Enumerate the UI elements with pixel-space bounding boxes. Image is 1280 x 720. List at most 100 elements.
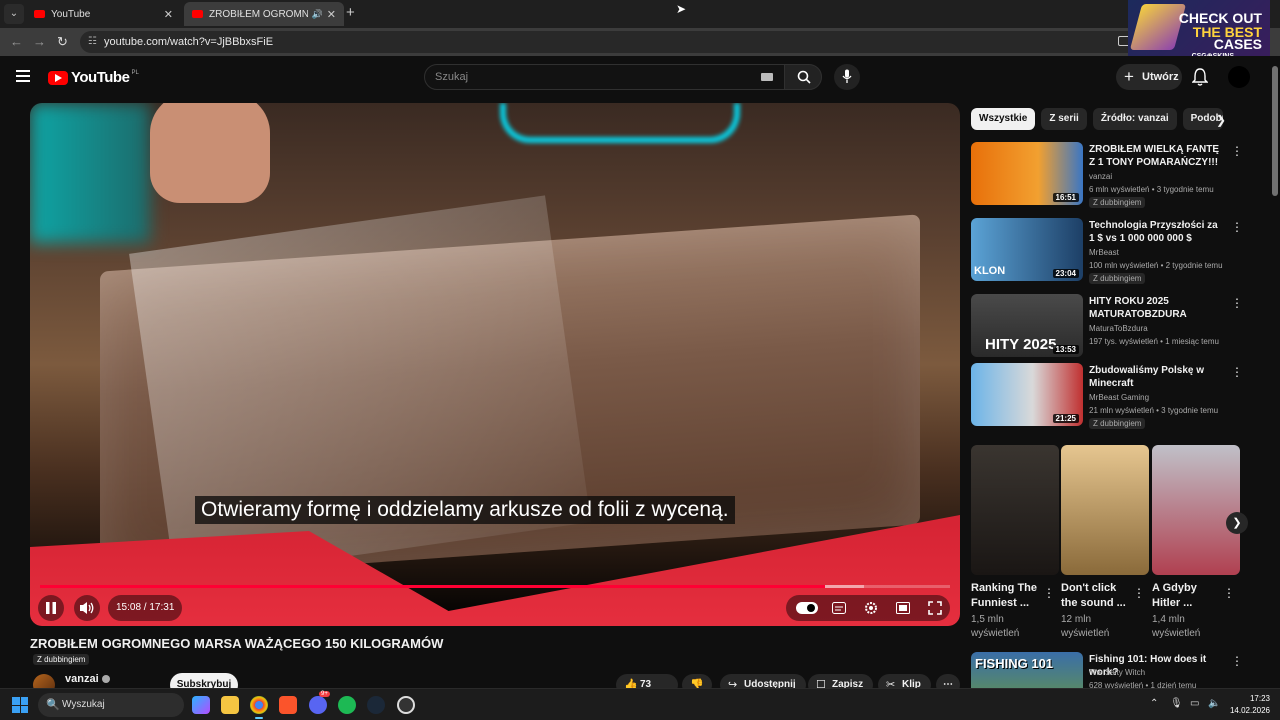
- search-input[interactable]: Szukaj: [424, 64, 786, 90]
- create-button[interactable]: + Utwórz: [1116, 64, 1182, 90]
- thumbnail-text: FISHING 101: [975, 656, 1054, 671]
- speaker-icon[interactable]: 🔊: [312, 9, 323, 20]
- channel-name-text: vanzai: [65, 673, 99, 685]
- reload-icon[interactable]: ↻: [57, 34, 68, 50]
- windows-taskbar: 🔍 Wyszukaj 9+ ⌃ 🎙 ▭ 🔈 17:23 14.02.2026: [0, 688, 1280, 720]
- account-avatar[interactable]: [1228, 66, 1250, 88]
- voice-search-button[interactable]: [834, 64, 860, 90]
- back-icon[interactable]: ←: [10, 34, 23, 49]
- search-placeholder: Szukaj: [435, 71, 469, 83]
- keyboard-icon[interactable]: [761, 73, 773, 81]
- tab-search-button[interactable]: ⌄: [4, 4, 24, 24]
- dubbing-badge: Z dubbingiem: [1089, 273, 1146, 284]
- system-clock[interactable]: 17:23 14.02.2026: [1226, 693, 1270, 717]
- settings-gear-icon[interactable]: [864, 601, 878, 615]
- new-tab-button[interactable]: +: [346, 4, 355, 21]
- tab-youtube[interactable]: YouTube ✕: [26, 2, 181, 26]
- more-vert-icon[interactable]: ⋮: [1231, 296, 1243, 310]
- short-title[interactable]: A Gdyby Hitler ...: [1152, 581, 1222, 611]
- pause-button[interactable]: [38, 595, 64, 621]
- chrome-icon[interactable]: [250, 696, 268, 719]
- thumbnail-text: HITY 2025: [985, 336, 1057, 353]
- recommendation-item[interactable]: KLON 23:04 Technologia Przyszłości za 1 …: [971, 218, 1243, 284]
- spotify-icon[interactable]: [338, 696, 356, 714]
- discord-icon[interactable]: 9+: [309, 691, 330, 714]
- ad-banner[interactable]: CHECK OUT THE BEST CASES CSG⊕SKINS: [1128, 0, 1270, 62]
- menu-icon[interactable]: [16, 70, 30, 82]
- video-player[interactable]: Otwieramy formę i oddzielamy arkusze od …: [30, 103, 960, 626]
- recommendation-meta: 100 mln wyświetleń • 2 tygodnie temu: [1089, 261, 1223, 270]
- short-thumbnail[interactable]: [1152, 445, 1240, 575]
- address-bar[interactable]: ☷ youtube.com/watch?v=JjBBbxsFiE: [80, 31, 1140, 53]
- autoplay-toggle-icon[interactable]: [796, 602, 818, 614]
- tray-expand-icon[interactable]: ⌃: [1150, 698, 1158, 709]
- brave-icon[interactable]: [279, 696, 297, 714]
- fullscreen-icon[interactable]: [928, 601, 942, 615]
- recommendation-title: Technologia Przyszłości za 1 $ vs 1 000 …: [1089, 220, 1218, 244]
- more-vert-icon[interactable]: ⋮: [1223, 586, 1235, 600]
- more-vert-icon[interactable]: ⋮: [1043, 586, 1055, 600]
- recommendation-meta: 6 mln wyświetleń • 3 tygodnie temu: [1089, 185, 1214, 194]
- recommendation-channel: MaturaToBzdura: [1089, 324, 1148, 333]
- short-thumbnail[interactable]: [1061, 445, 1149, 575]
- video-frame: [30, 103, 960, 626]
- more-vert-icon[interactable]: ⋮: [1231, 654, 1243, 668]
- tab-close-icon[interactable]: ✕: [327, 8, 336, 21]
- more-vert-icon[interactable]: ⋮: [1231, 220, 1243, 234]
- short-title[interactable]: Ranking The Funniest ...: [971, 581, 1041, 611]
- video-title: ZROBIŁEM OGROMNEGO MARSA WAŻĄCEGO 150 KI…: [30, 636, 444, 651]
- volume-tray-icon[interactable]: 🔈: [1208, 698, 1220, 709]
- page-scrollbar[interactable]: [1272, 66, 1278, 196]
- file-explorer-icon[interactable]: [221, 696, 239, 714]
- more-vert-icon[interactable]: ⋮: [1231, 144, 1243, 158]
- ad-line-3: CASES: [1213, 36, 1262, 52]
- windows-start-icon[interactable]: [12, 697, 28, 713]
- chip-all[interactable]: Wszystkie: [971, 108, 1036, 130]
- url-text: youtube.com/watch?v=JjBBbxsFiE: [104, 36, 274, 48]
- recommendation-item[interactable]: 16:51 ZROBIŁEM WIELKĄ FANTĘ Z 1 TONY POM…: [971, 142, 1243, 208]
- obs-icon[interactable]: [397, 696, 415, 714]
- theater-mode-icon[interactable]: [896, 602, 910, 614]
- recommendation-channel: MrBeast: [1089, 248, 1119, 257]
- search-button[interactable]: [784, 64, 822, 90]
- recommendation-item[interactable]: HITY 2025 13:53 HITY ROKU 2025 MATURATOB…: [971, 294, 1243, 360]
- progress-bar[interactable]: [40, 585, 950, 588]
- chip-series[interactable]: Z serii: [1041, 108, 1087, 130]
- tab-video[interactable]: ZROBIŁEM OGROMNEGO M 🔊 ✕: [184, 2, 344, 26]
- copilot-icon[interactable]: [192, 696, 210, 714]
- recommendation-item[interactable]: 21:25 Zbudowaliśmy Polskę w Minecraft Mr…: [971, 363, 1243, 429]
- subtitles-icon[interactable]: [832, 602, 846, 614]
- microphone-tray-icon[interactable]: 🎙: [1170, 698, 1183, 709]
- youtube-logo[interactable]: YouTube PL: [48, 69, 139, 86]
- forward-icon[interactable]: →: [33, 34, 46, 49]
- create-label: Utwórz: [1142, 71, 1179, 83]
- tab-close-icon[interactable]: ✕: [164, 8, 173, 21]
- short-title[interactable]: Don't click the sound ...: [1061, 581, 1131, 611]
- chip-source[interactable]: Źródło: vanzai: [1092, 108, 1177, 130]
- steam-icon[interactable]: [367, 696, 385, 714]
- shorts-next-button[interactable]: ❯: [1226, 512, 1248, 534]
- channel-name[interactable]: vanzai: [65, 673, 110, 685]
- youtube-play-icon: [48, 70, 68, 85]
- notification-badge: 9+: [319, 691, 330, 697]
- dubbing-badge: Z dubbingiem: [33, 654, 90, 665]
- taskbar-search[interactable]: 🔍 Wyszukaj: [38, 693, 184, 717]
- youtube-header: YouTube PL Szukaj + Utwórz: [0, 56, 1280, 100]
- duration-badge: 16:51: [1052, 193, 1079, 202]
- network-icon[interactable]: ▭: [1190, 698, 1199, 709]
- site-info-icon[interactable]: ☷: [88, 31, 97, 53]
- recommendation-title: HITY ROKU 2025 MATURATOBZDURA: [1089, 296, 1187, 320]
- short-thumbnail[interactable]: [971, 445, 1059, 575]
- knife-image: [1129, 4, 1187, 50]
- more-vert-icon[interactable]: ⋮: [1231, 365, 1243, 379]
- more-vert-icon[interactable]: ⋮: [1133, 586, 1145, 600]
- recommendation-channel: MrBeast Gaming: [1089, 393, 1150, 402]
- tab-strip: ⌄ YouTube ✕ ZROBIŁEM OGROMNEGO M 🔊 ✕ + ➤: [0, 0, 1280, 28]
- notifications-bell-icon[interactable]: [1192, 68, 1208, 86]
- pause-icon: [46, 602, 56, 614]
- mute-button[interactable]: [74, 595, 100, 621]
- clock-time: 17:23: [1249, 694, 1270, 703]
- dubbing-badge: Z dubbingiem: [1089, 197, 1146, 208]
- chevron-right-icon[interactable]: ❯: [1216, 113, 1226, 127]
- video-thumbnail: KLON 23:04: [971, 218, 1083, 281]
